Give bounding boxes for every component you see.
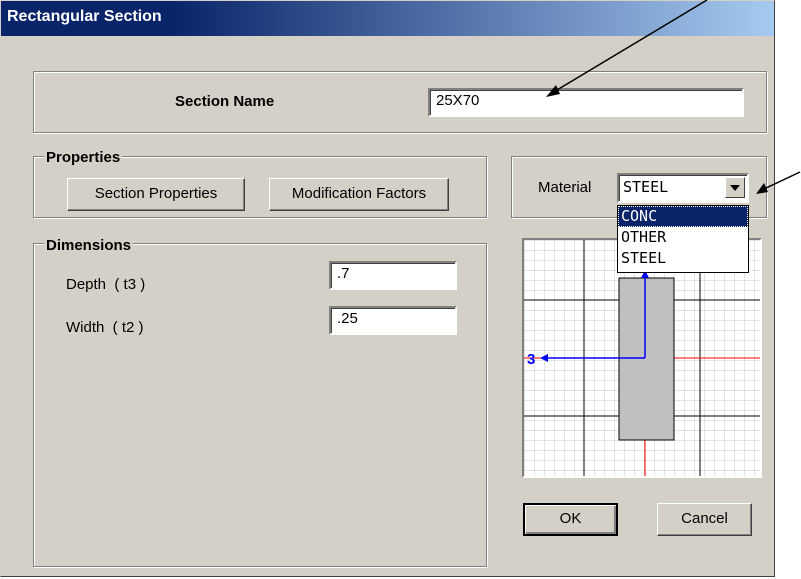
material-label: Material — [538, 179, 592, 196]
rectangular-section-shape — [618, 277, 675, 441]
axis-3-label: 3 — [527, 351, 535, 368]
title-bar[interactable]: Rectangular Section — [1, 1, 774, 36]
rectangular-section-dialog: Rectangular Section Section Name 25X70 P… — [0, 0, 775, 577]
section-preview-graphic: 3 — [524, 240, 760, 476]
material-selected-value: STEEL — [623, 178, 669, 196]
dimensions-group-label: Dimensions — [44, 237, 134, 254]
depth-label: Depth ( t3 ) — [66, 276, 146, 293]
width-label: Width ( t2 ) — [66, 319, 144, 336]
modification-factors-button[interactable]: Modification Factors — [269, 178, 449, 211]
section-name-input[interactable]: 25X70 — [428, 88, 744, 117]
material-select[interactable]: STEEL — [617, 173, 749, 203]
depth-input[interactable]: .7 — [329, 261, 457, 290]
section-properties-button[interactable]: Section Properties — [67, 178, 245, 211]
material-dropdown-list: CONC OTHER STEEL — [617, 205, 749, 273]
section-name-label: Section Name — [175, 93, 275, 110]
material-option-conc[interactable]: CONC — [618, 206, 748, 227]
ok-button[interactable]: OK — [523, 503, 618, 536]
width-input[interactable]: .25 — [329, 306, 457, 335]
properties-group-label: Properties — [44, 149, 123, 166]
material-option-steel[interactable]: STEEL — [618, 248, 748, 269]
material-option-other[interactable]: OTHER — [618, 227, 748, 248]
section-preview: 3 — [522, 238, 762, 478]
cancel-button[interactable]: Cancel — [657, 503, 752, 536]
chevron-down-icon[interactable] — [725, 177, 745, 198]
window-title: Rectangular Section — [7, 8, 162, 25]
